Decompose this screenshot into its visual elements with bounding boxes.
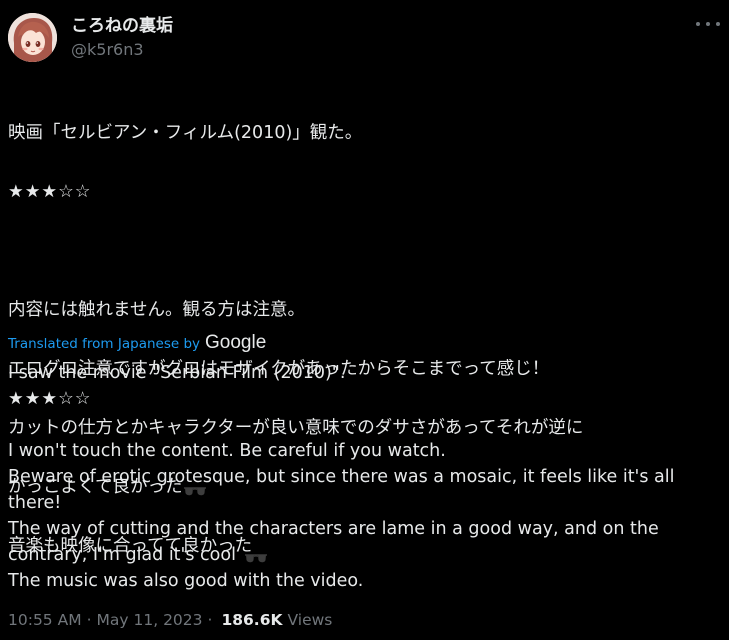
tweet-date[interactable]: May 11, 2023	[97, 611, 203, 629]
author-display-name[interactable]: ころねの裏垢	[71, 15, 173, 37]
author-block: ころねの裏垢 @k5r6n3	[71, 15, 173, 61]
tweet-metadata: 10:55 AM · May 11, 2023 · 186.6K Views	[8, 608, 332, 632]
views-count: 186.6K	[221, 611, 283, 629]
avatar-image	[8, 13, 57, 62]
author-handle[interactable]: @k5r6n3	[71, 39, 173, 61]
translated-from-link[interactable]: Translated from Japanese by	[8, 336, 200, 352]
meta-separator: ·	[86, 611, 92, 629]
more-options-button[interactable]	[695, 15, 721, 33]
more-horizontal-icon-dot	[716, 22, 720, 26]
translated-line: Beware of erotic grotesque, but since th…	[8, 467, 675, 487]
translated-line-with-emoji: contrary, I'm glad it's cool	[8, 542, 721, 568]
translated-line: I won't touch the content. Be careful if…	[8, 441, 446, 461]
tweet-rating: ★★★☆☆	[8, 181, 92, 202]
translation-attribution: Translated from Japanese by Google	[8, 332, 266, 356]
tweet-time[interactable]: 10:55 AM	[8, 611, 82, 629]
google-logo: Google	[205, 332, 267, 353]
more-horizontal-icon	[696, 22, 700, 26]
translated-line: The music was also good with the video.	[8, 571, 364, 591]
tweet-line: 映画「セルビアン・フィルム(2010)」観た。	[8, 122, 363, 143]
translated-line: contrary, I'm glad it's cool	[8, 545, 236, 565]
avatar[interactable]	[8, 13, 57, 62]
translated-text: I saw the movie "Serbian Film (2010)". ★…	[8, 360, 721, 594]
tweet-line	[8, 237, 721, 267]
translated-rating: ★★★☆☆	[8, 389, 92, 409]
translated-line: The way of cutting and the characters ar…	[8, 519, 659, 539]
views-label: Views	[287, 611, 333, 629]
tweet-header: ころねの裏垢 @k5r6n3	[8, 13, 721, 65]
sunglasses-emoji	[244, 548, 268, 563]
meta-separator: ·	[207, 611, 213, 629]
translated-line: I saw the movie "Serbian Film (2010)".	[8, 363, 346, 383]
tweet-line: 内容には触れません。観る方は注意。	[8, 299, 305, 320]
translated-line	[8, 412, 721, 438]
more-horizontal-icon-dot	[706, 22, 710, 26]
tweet: ころねの裏垢 @k5r6n3 映画「セルビアン・フィルム(2010)」観た。 ★…	[0, 0, 729, 640]
translated-line: there!	[8, 493, 62, 513]
